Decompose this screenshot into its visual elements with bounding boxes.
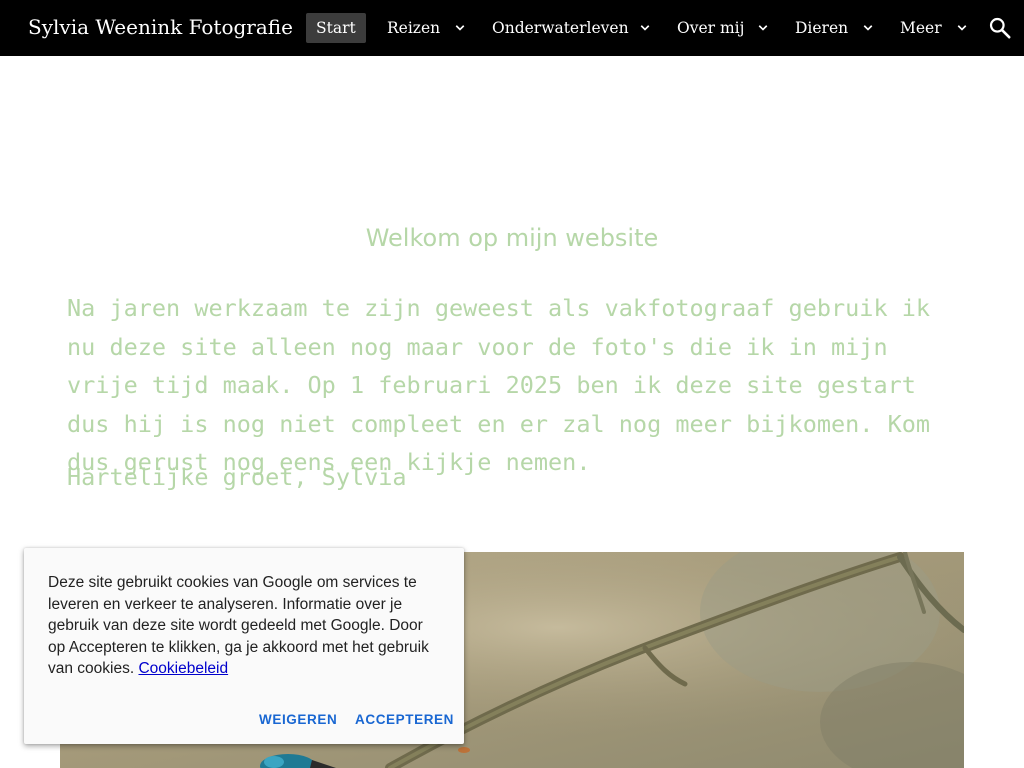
welcome-heading: Welkom op mijn website xyxy=(365,224,659,252)
chevron-down-icon[interactable] xyxy=(451,19,469,37)
cookie-policy-link[interactable]: Cookiebeleid xyxy=(138,660,228,677)
cookie-message: Deze site gebruikt cookies van Google om… xyxy=(48,572,444,680)
nav-item-over-mij[interactable]: Over mij xyxy=(677,13,744,43)
intro-paragraph: Na jaren werkzaam te zijn geweest als va… xyxy=(67,294,931,476)
search-icon[interactable] xyxy=(987,15,1013,41)
chevron-down-icon[interactable] xyxy=(859,19,877,37)
nav-item-start[interactable]: Start xyxy=(306,13,366,43)
nav-item-onderwaterleven[interactable]: Onderwaterleven xyxy=(492,13,629,43)
greeting-text: Hartelijke groet, Sylvia xyxy=(67,463,407,491)
cookie-consent-dialog: Deze site gebruikt cookies van Google om… xyxy=(24,548,464,744)
accept-cookies-button[interactable]: ACCEPTEREN xyxy=(355,712,454,727)
chevron-down-icon[interactable] xyxy=(953,19,971,37)
site-title[interactable]: Sylvia Weenink Fotografie xyxy=(28,13,293,41)
cookie-message-text: Deze site gebruikt cookies van Google om… xyxy=(48,574,429,677)
top-navigation-bar: Sylvia Weenink Fotografie Start Reizen O… xyxy=(0,0,1024,56)
chevron-down-icon[interactable] xyxy=(636,19,654,37)
nav-item-meer[interactable]: Meer xyxy=(900,13,942,43)
chevron-down-icon[interactable] xyxy=(754,19,772,37)
nav-item-dieren[interactable]: Dieren xyxy=(795,13,848,43)
decline-cookies-button[interactable]: WEIGEREN xyxy=(259,712,337,727)
nav-item-reizen[interactable]: Reizen xyxy=(387,13,440,43)
